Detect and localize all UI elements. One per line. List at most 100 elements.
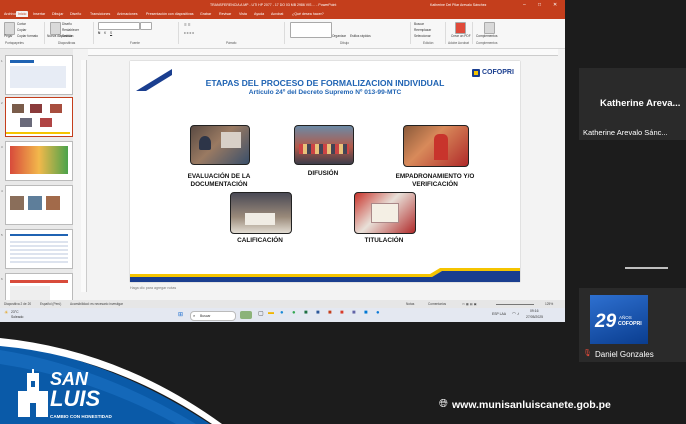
acrobat-icon[interactable]: ■ [340, 310, 344, 316]
slide-thumbnail-4[interactable] [5, 185, 73, 225]
shapes-gallery[interactable] [290, 22, 332, 38]
tab-inicio[interactable]: Inicio [16, 11, 29, 17]
thumb-number: 5 [1, 233, 3, 237]
search-highlight-icon[interactable] [240, 311, 252, 319]
slide-thumbnail-pane: 1 2 3 4 5 6 [0, 49, 73, 313]
font-size-dropdown[interactable] [140, 22, 152, 30]
tab-grabar[interactable]: Grabar [200, 12, 211, 16]
align-icon[interactable]: ≡ ≡ ≡ ≡ [184, 31, 194, 35]
task-view-icon[interactable]: ▢ [258, 310, 264, 317]
addins-icon[interactable] [484, 22, 495, 34]
weather-icon[interactable]: ☀ [4, 310, 8, 316]
paste-button[interactable]: Pegar [4, 34, 13, 38]
excel-icon[interactable]: ■ [304, 310, 308, 316]
ribbon-separator [284, 22, 285, 44]
create-pdf-button[interactable]: Crear un PDF [451, 34, 471, 38]
search-icon: ⌕ [193, 313, 196, 318]
stage-photo-titulacion [354, 192, 416, 234]
cut-button[interactable]: Cortar [17, 22, 26, 26]
slide-thumbnail-5[interactable] [5, 229, 73, 269]
wifi-icon[interactable]: ◠ ♪ [512, 311, 519, 317]
language-status[interactable]: Español (Perú) [40, 302, 61, 306]
title-bar: TRANSFERENCIA A MP - UTI HP 2077 - 17 DO… [0, 0, 565, 10]
tray-language[interactable]: ESP LAA [492, 312, 506, 316]
view-normal-icon[interactable]: ▭ ▦ ▤ ▣ [462, 302, 477, 306]
outlook-icon[interactable]: ■ [364, 310, 368, 316]
word-icon[interactable]: ■ [316, 310, 320, 316]
weather-desc: Soleado [11, 315, 24, 319]
bold-icon[interactable]: N [98, 31, 100, 35]
ribbon: Pegar Cortar Copiar Copiar formato Porta… [0, 19, 565, 49]
find-button[interactable]: Buscar [414, 22, 424, 26]
chrome-icon[interactable]: ● [292, 310, 296, 316]
layout-button[interactable]: Diseño [62, 22, 72, 26]
tab-transiciones[interactable]: Transiciones [90, 12, 110, 16]
tell-me-search[interactable]: ¿Qué desea hacer? [292, 12, 324, 16]
format-painter-button[interactable]: Copiar formato [17, 34, 38, 38]
quick-styles-button[interactable]: Estilos rápidos [350, 34, 371, 38]
reset-button[interactable]: Restablecer [62, 28, 79, 32]
account-name[interactable]: Katherine Del Pilar Arevalo Sánchez [430, 3, 486, 7]
weather-temp: 23°C [11, 310, 19, 314]
edge-icon[interactable]: ● [280, 310, 284, 316]
copy-button[interactable]: Copiar [17, 28, 26, 32]
group-clipboard: Portapapeles [5, 41, 24, 45]
stage-label-evaluacion: EVALUACIÓN DE LA DOCUMENTACIÓN [187, 173, 251, 188]
maximize-icon[interactable]: □ [538, 2, 541, 8]
group-addins: Complementos [476, 41, 498, 45]
pdf-icon[interactable] [455, 22, 466, 34]
clock-time[interactable]: 09:16 [530, 309, 539, 313]
teams-icon[interactable]: ■ [352, 310, 356, 316]
stage-label-empadronamiento: EMPADRONAMIENTO Y/O VERIFICACIÓN [395, 173, 475, 188]
notes-placeholder[interactable]: Haga clic para agregar notas [130, 286, 530, 294]
zoom-app-icon[interactable]: ● [376, 310, 380, 316]
tab-diseno[interactable]: Diseño [70, 12, 81, 16]
stage-label-calificacion: CALIFICACIÓN [237, 237, 283, 244]
addins-button[interactable]: Complementos [476, 34, 497, 38]
select-button[interactable]: Seleccionar [414, 34, 431, 38]
tab-animaciones[interactable]: Animaciones [117, 12, 138, 16]
zoom-slider[interactable] [496, 304, 534, 305]
tab-acrobat[interactable]: Acrobat [271, 12, 283, 16]
start-icon[interactable]: ⊞ [178, 311, 183, 318]
slide-canvas[interactable]: ETAPAS DEL PROCESO DE FORMALIZACION INDI… [130, 61, 520, 282]
accessibility-status[interactable]: Accesibilidad: es necesario investigar [70, 302, 123, 306]
italic-icon[interactable]: K [104, 31, 106, 35]
replace-button[interactable]: Reemplazar [414, 28, 431, 32]
file-explorer-icon[interactable]: ▬ [268, 310, 274, 316]
group-acrobat: Adobe Acrobat [448, 41, 469, 45]
tab-archivo[interactable]: Archivo [4, 12, 16, 16]
tab-insertar[interactable]: Insertar [33, 12, 45, 16]
font-name-dropdown[interactable] [98, 22, 140, 30]
slide-thumbnail-3[interactable] [5, 141, 73, 181]
powerpoint-icon[interactable]: ■ [328, 310, 332, 316]
minimize-icon[interactable]: – [523, 2, 526, 8]
bullets-icon[interactable]: ☰ ☰ [184, 23, 191, 27]
participant-tile-katherine[interactable]: Katherine Areva... Katherine Arevalo Sán… [579, 68, 686, 140]
underline-icon[interactable]: S [110, 31, 112, 35]
slide-thumbnail-2[interactable] [5, 97, 73, 137]
tab-presentacion[interactable]: Presentación con diapositivas [146, 12, 194, 16]
tab-ayuda[interactable]: Ayuda [254, 12, 264, 16]
section-button[interactable]: Sección [62, 34, 73, 38]
notes-toggle[interactable]: Notas [406, 302, 414, 306]
comments-toggle[interactable]: Comentarios [428, 302, 446, 306]
ribbon-separator [178, 22, 179, 44]
close-icon[interactable]: ✕ [553, 2, 557, 8]
clock-date[interactable]: 27/05/2025 [526, 315, 543, 319]
slide-thumbnail-1[interactable] [5, 55, 73, 95]
tab-dibujar[interactable]: Dibujar [52, 12, 63, 16]
ribbon-separator [410, 22, 411, 44]
group-drawing: Dibujo [340, 41, 350, 45]
tab-vista[interactable]: Vista [239, 12, 247, 16]
taskbar-search[interactable]: ⌕ Buscar [190, 311, 236, 321]
website-url[interactable]: www.munisanluiscanete.gob.pe [452, 399, 611, 411]
participant-full-name: Katherine Arevalo Sánc... [583, 128, 668, 137]
anniversary-badge: 29 AÑOS COFOPRI [590, 295, 648, 344]
tab-revisar[interactable]: Revisar [219, 12, 231, 16]
zoom-level[interactable]: 125% [545, 302, 553, 306]
ribbon-separator [93, 22, 94, 44]
stage-photo-calificacion [230, 192, 292, 234]
arrange-button[interactable]: Organizar [332, 34, 346, 38]
group-font: Fuente [130, 41, 140, 45]
